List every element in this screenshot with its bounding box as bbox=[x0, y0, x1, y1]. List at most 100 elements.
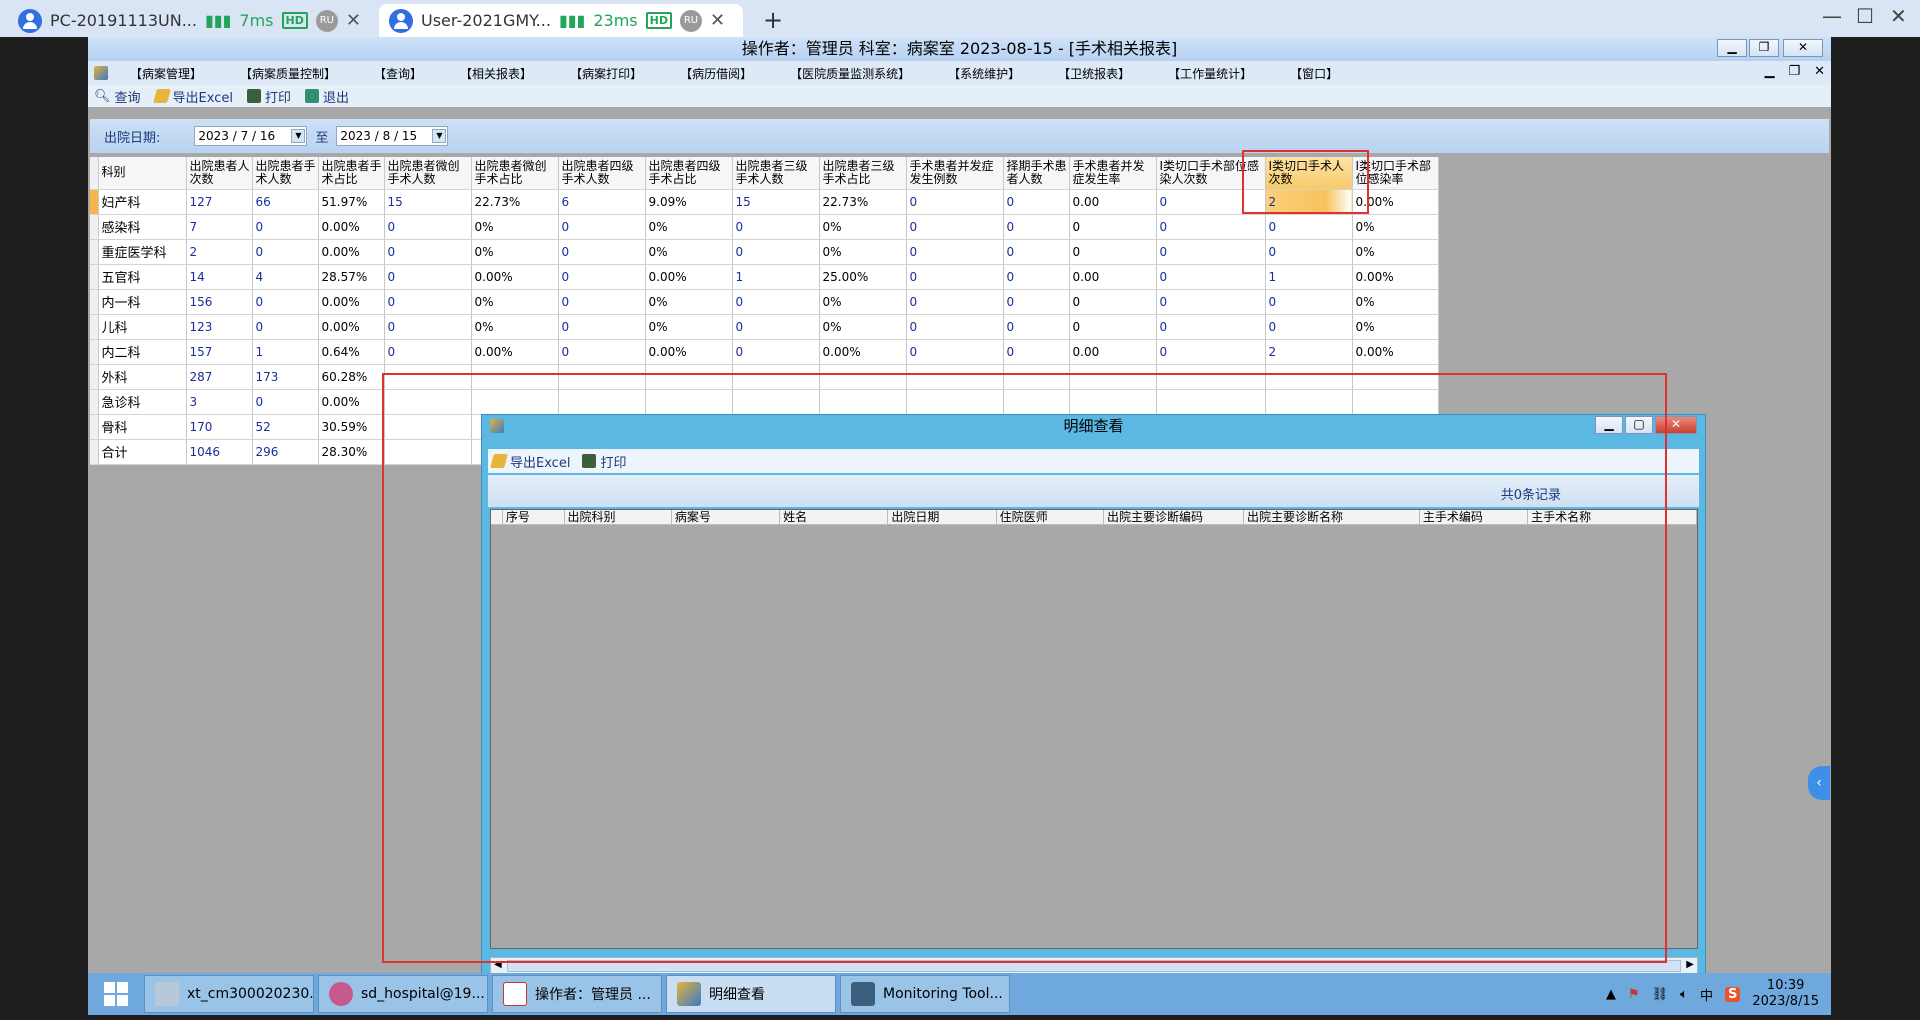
dialog-print-button[interactable]: 打印 bbox=[582, 452, 626, 471]
chevron-down-icon[interactable]: ▼ bbox=[291, 129, 306, 143]
table-cell[interactable]: 3 bbox=[186, 389, 253, 415]
table-row[interactable]: 急诊科 3 0 0.00% bbox=[90, 389, 1439, 415]
table-cell[interactable]: 0% bbox=[471, 314, 559, 340]
mdi-close-icon[interactable]: ✕ bbox=[1814, 64, 1825, 79]
table-cell[interactable]: 0.00% bbox=[1352, 264, 1439, 290]
table-cell[interactable]: 0.00% bbox=[819, 339, 907, 365]
table-cell[interactable]: 0 bbox=[906, 314, 1004, 340]
table-cell[interactable]: 0 bbox=[906, 214, 1004, 240]
table-row[interactable]: 内一科 156 0 0.00% 0 0% 0 0% 0 0% 0 0 0 0 0 0% bbox=[90, 289, 1439, 315]
table-cell[interactable]: 22.73% bbox=[819, 189, 907, 215]
table-cell[interactable]: 1 bbox=[732, 264, 820, 290]
table-cell[interactable]: 0% bbox=[819, 289, 907, 315]
table-cell[interactable]: 173 bbox=[252, 364, 319, 390]
table-cell[interactable]: 0 bbox=[1156, 214, 1266, 240]
table-cell[interactable]: 0 bbox=[252, 239, 319, 265]
column-header[interactable]: 出院患者微创手术人数 bbox=[384, 157, 472, 190]
table-cell[interactable] bbox=[645, 364, 733, 390]
table-row[interactable]: 妇产科 127 66 51.97% 15 22.73% 6 9.09% 15 22.73% 0 0 0.… bbox=[90, 189, 1439, 215]
chevron-down-icon[interactable]: ▼ bbox=[432, 129, 447, 143]
minimize-button[interactable]: — bbox=[1822, 4, 1842, 28]
column-header[interactable]: 出院患者手术占比 bbox=[318, 157, 385, 190]
table-cell[interactable]: 0 bbox=[1069, 289, 1157, 315]
table-cell[interactable]: 0% bbox=[1352, 214, 1439, 240]
department-cell[interactable]: 骨科 bbox=[98, 414, 187, 440]
close-tab-icon[interactable]: ✕ bbox=[710, 10, 725, 31]
column-header[interactable]: 择期手术患者人数 bbox=[1003, 157, 1070, 190]
table-cell[interactable]: 0 bbox=[1156, 339, 1266, 365]
table-cell[interactable]: 0 bbox=[1156, 189, 1266, 215]
table-cell[interactable]: 0 bbox=[558, 214, 646, 240]
sogou-ime-icon[interactable]: S bbox=[1724, 986, 1741, 1002]
table-cell[interactable]: 0 bbox=[906, 189, 1004, 215]
print-button[interactable]: 打印 bbox=[246, 87, 291, 106]
table-cell[interactable]: 127 bbox=[186, 189, 253, 215]
table-cell[interactable]: 170 bbox=[186, 414, 253, 440]
table-cell[interactable]: 0 bbox=[384, 314, 472, 340]
table-cell[interactable]: 2 bbox=[1265, 189, 1353, 215]
taskbar-item[interactable]: xt_cm300020230... bbox=[144, 975, 314, 1013]
volume-icon[interactable]: 🔈︎ bbox=[1680, 987, 1688, 1002]
table-cell[interactable]: 0% bbox=[645, 239, 733, 265]
table-cell[interactable]: 156 bbox=[186, 289, 253, 315]
tray-expand-icon[interactable]: ▲ bbox=[1606, 987, 1616, 1002]
table-cell[interactable]: 2 bbox=[186, 239, 253, 265]
exit-button[interactable]: 退出 bbox=[304, 87, 349, 106]
table-cell[interactable] bbox=[906, 364, 1004, 390]
menu-item[interactable]: 【病案打印】 bbox=[570, 65, 658, 82]
table-cell[interactable]: 15 bbox=[732, 189, 820, 215]
table-cell[interactable]: 0 bbox=[558, 264, 646, 290]
mdi-restore-icon[interactable]: ❐ bbox=[1788, 64, 1800, 79]
table-cell[interactable]: 0% bbox=[645, 214, 733, 240]
table-cell[interactable]: 0 bbox=[252, 289, 319, 315]
table-cell[interactable] bbox=[819, 364, 907, 390]
table-cell[interactable]: 0 bbox=[1265, 214, 1353, 240]
table-cell[interactable]: 0 bbox=[1156, 264, 1266, 290]
department-cell[interactable]: 内二科 bbox=[98, 339, 187, 365]
table-cell[interactable] bbox=[384, 364, 472, 390]
table-row[interactable]: 重症医学科 2 0 0.00% 0 0% 0 0% 0 0% 0 0 0 0 0 0% bbox=[90, 239, 1439, 265]
department-cell[interactable]: 重症医学科 bbox=[98, 239, 187, 265]
table-cell[interactable]: 0.00% bbox=[471, 264, 559, 290]
table-cell[interactable] bbox=[732, 389, 820, 415]
table-cell[interactable]: 1 bbox=[1265, 264, 1353, 290]
column-header[interactable]: 科别 bbox=[98, 157, 187, 190]
detail-column-header[interactable]: 出院主要诊断名称 bbox=[1244, 510, 1420, 524]
table-cell[interactable] bbox=[1003, 364, 1070, 390]
dialog-export-excel-button[interactable]: 导出Excel bbox=[490, 452, 570, 471]
table-cell[interactable]: 0% bbox=[471, 214, 559, 240]
table-cell[interactable]: 0.00% bbox=[318, 314, 385, 340]
row-header[interactable] bbox=[90, 214, 99, 240]
app-menu-icon[interactable] bbox=[94, 66, 108, 80]
table-cell[interactable]: 66 bbox=[252, 189, 319, 215]
date-to-picker[interactable]: 2023 / 8 / 15 ▼ bbox=[336, 126, 449, 146]
mdi-minimize-icon[interactable]: ▁ bbox=[1764, 64, 1774, 79]
menu-item[interactable]: 【病案质量控制】 bbox=[240, 65, 352, 82]
column-header[interactable]: 出院患者人次数 bbox=[186, 157, 253, 190]
department-cell[interactable]: 妇产科 bbox=[98, 189, 187, 215]
table-row[interactable]: 外科 287 173 60.28% bbox=[90, 364, 1439, 390]
table-cell[interactable] bbox=[1156, 389, 1266, 415]
detail-column-header[interactable]: 姓名 bbox=[780, 510, 889, 524]
department-cell[interactable]: 感染科 bbox=[98, 214, 187, 240]
table-cell[interactable] bbox=[558, 389, 646, 415]
menu-item[interactable]: 【窗口】 bbox=[1290, 65, 1354, 82]
table-cell[interactable] bbox=[819, 389, 907, 415]
menu-item[interactable]: 【病历借阅】 bbox=[680, 65, 768, 82]
table-cell[interactable]: 0 bbox=[1003, 189, 1070, 215]
app-minimize-button[interactable]: ▁ bbox=[1717, 39, 1747, 57]
table-cell[interactable]: 0 bbox=[1156, 314, 1266, 340]
table-cell[interactable]: 0 bbox=[384, 289, 472, 315]
table-cell[interactable]: 9.09% bbox=[645, 189, 733, 215]
maximize-button[interactable]: ☐ bbox=[1856, 4, 1874, 28]
menu-item[interactable]: 【病案管理】 bbox=[130, 65, 218, 82]
detail-column-header[interactable]: 住院医师 bbox=[997, 510, 1104, 524]
scrollbar-thumb[interactable] bbox=[507, 960, 1681, 972]
table-cell[interactable]: 157 bbox=[186, 339, 253, 365]
table-cell[interactable]: 0 bbox=[732, 214, 820, 240]
table-cell[interactable]: 7 bbox=[186, 214, 253, 240]
flag-icon[interactable]: ⚑ bbox=[1628, 987, 1640, 1002]
table-cell[interactable] bbox=[1003, 389, 1070, 415]
row-header[interactable] bbox=[90, 189, 99, 215]
table-cell[interactable]: 28.30% bbox=[318, 439, 385, 465]
